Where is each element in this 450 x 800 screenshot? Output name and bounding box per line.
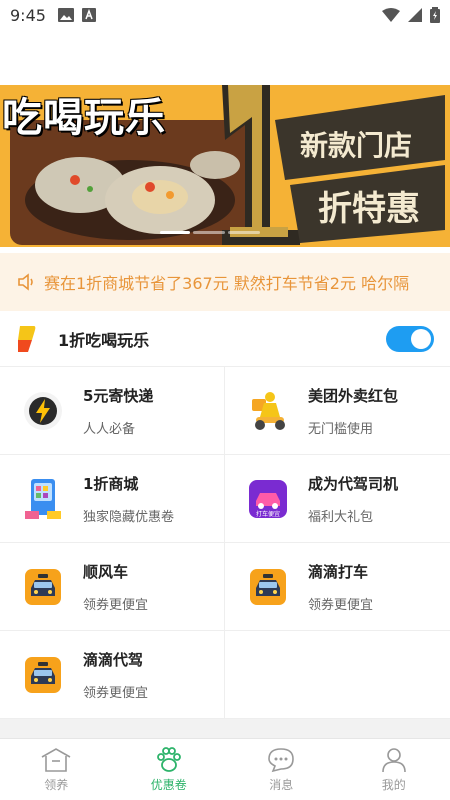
paw-icon <box>156 746 181 772</box>
banner-dot <box>228 231 260 234</box>
service-name: 滴滴打车 <box>308 562 369 581</box>
app-notification-icon <box>81 8 96 22</box>
service-desc: 领券更便宜 <box>83 597 149 613</box>
banner-dot <box>193 231 225 234</box>
section-logo-icon <box>18 325 36 352</box>
notice-marquee[interactable]: 赛在1折商城节省了367元 默然打车节省2元 哈尔隔 <box>0 253 450 311</box>
bottom-gap <box>0 719 450 739</box>
wifi-icon <box>382 8 400 22</box>
service-name: 成为代驾司机 <box>308 474 399 493</box>
service-desc: 福利大礼包 <box>308 509 374 525</box>
signal-icon <box>408 8 422 22</box>
tab-coupons[interactable]: 优惠卷 <box>113 739 226 800</box>
banner-title: 吃喝玩乐 <box>2 95 166 141</box>
service-item-didi-taxi[interactable]: 滴滴打车 领券更便宜 <box>225 543 450 631</box>
house-icon <box>41 747 71 772</box>
driver-badge-text: 打车便宜 <box>256 510 280 518</box>
service-desc: 人人必备 <box>83 421 136 437</box>
lightning-icon <box>24 391 62 430</box>
service-desc: 无门槛使用 <box>308 421 374 437</box>
taxi-icon <box>25 656 61 693</box>
status-time: 9:45 <box>10 5 46 25</box>
user-icon <box>381 747 406 772</box>
service-name: 顺风车 <box>83 562 129 581</box>
tab-label: 领养 <box>44 777 69 792</box>
service-item-hitch[interactable]: 顺风车 领券更便宜 <box>0 543 225 631</box>
tab-label: 消息 <box>269 777 294 792</box>
section-header: 1折吃喝玩乐 <box>0 311 450 367</box>
notice-text: 赛在1折商城节省了367元 默然打车节省2元 哈尔隔 <box>44 274 410 293</box>
tab-profile[interactable]: 我的 <box>338 739 450 800</box>
speaker-icon <box>18 273 33 291</box>
banner-pagination <box>160 231 260 234</box>
bottom-tab-bar: 领养 优惠卷 消息 我的 <box>0 738 450 800</box>
tab-label: 我的 <box>381 777 406 792</box>
service-item-driver[interactable]: 打车便宜 成为代驾司机 福利大礼包 <box>225 455 450 543</box>
service-name: 1折商城 <box>83 474 139 493</box>
service-name: 5元寄快递 <box>83 386 154 405</box>
image-notification-icon <box>57 8 74 22</box>
service-item-meituan[interactable]: 美团外卖红包 无门槛使用 <box>225 367 450 455</box>
service-desc: 领券更便宜 <box>83 685 149 701</box>
section-title: 1折吃喝玩乐 <box>58 330 150 350</box>
service-item-express[interactable]: 5元寄快递 人人必备 <box>0 367 225 455</box>
vending-machine-icon <box>25 478 61 519</box>
tab-messages[interactable]: 消息 <box>225 739 338 800</box>
banner-side-text-2: 折特惠 <box>318 189 420 229</box>
service-name: 滴滴代驾 <box>83 650 144 669</box>
status-bar: 9:45 <box>0 0 450 30</box>
tab-adopt[interactable]: 领养 <box>0 739 113 800</box>
service-name: 美团外卖红包 <box>308 386 399 405</box>
banner-side-text-1: 新款门店 <box>300 129 412 162</box>
taxi-icon <box>25 568 61 605</box>
service-item-didi-driver[interactable]: 滴滴代驾 领券更便宜 <box>0 631 225 719</box>
tab-label: 优惠卷 <box>150 777 187 792</box>
service-desc: 领券更便宜 <box>308 597 374 613</box>
service-item-mall[interactable]: 1折商城 独家隐藏优惠卷 <box>0 455 225 543</box>
battery-icon <box>430 7 440 23</box>
driver-car-icon: 打车便宜 <box>249 479 287 518</box>
banner-dot-active <box>160 231 190 234</box>
service-desc: 独家隐藏优惠卷 <box>83 509 175 525</box>
services-grid: 5元寄快递 人人必备 美团外卖红包 无门槛使用 1折商城 独家隐藏优惠卷 打车便… <box>0 367 450 719</box>
taxi-icon <box>250 568 286 605</box>
chat-icon <box>268 747 295 772</box>
empty-cell <box>225 631 450 719</box>
section-toggle[interactable] <box>386 325 434 352</box>
promo-banner[interactable]: 新款门店 折特惠 吃喝玩乐 <box>0 85 450 247</box>
delivery-rider-icon <box>252 391 285 430</box>
